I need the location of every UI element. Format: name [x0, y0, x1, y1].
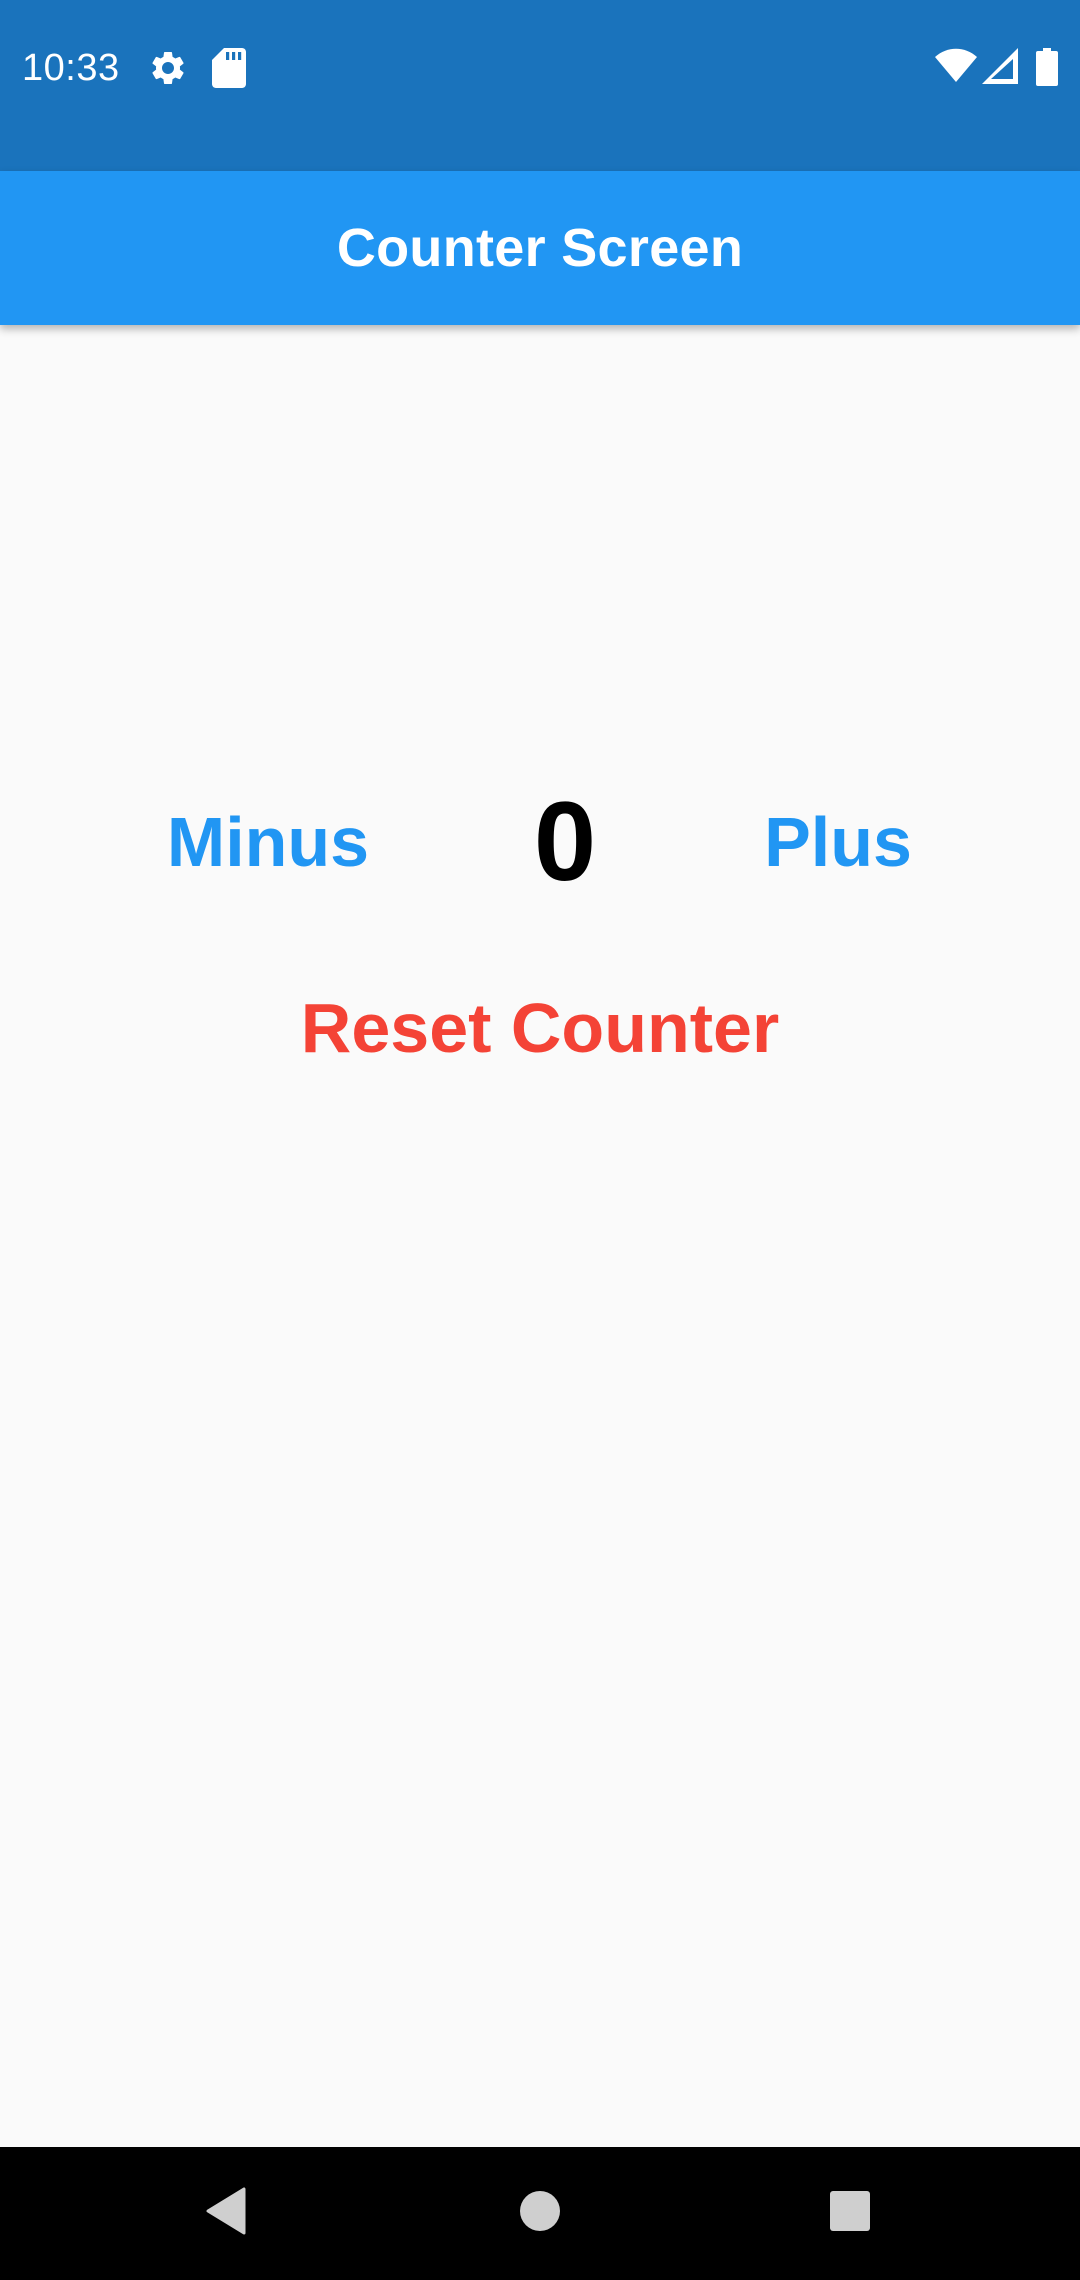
- wifi-icon: [934, 48, 978, 88]
- back-button[interactable]: [146, 2147, 306, 2280]
- page-title: Counter Screen: [336, 218, 744, 278]
- counter-value: 0: [533, 779, 597, 904]
- status-time: 10:33: [22, 47, 120, 89]
- counter-content: [0, 325, 1080, 2147]
- app-bar: Counter Screen: [0, 171, 1080, 325]
- recents-icon: [829, 2190, 871, 2237]
- home-button[interactable]: [460, 2147, 620, 2280]
- battery-icon: [1036, 48, 1058, 88]
- signal-icon: [982, 48, 1018, 88]
- recents-button[interactable]: [770, 2147, 930, 2280]
- gear-icon: [148, 48, 188, 88]
- home-icon: [518, 2189, 562, 2238]
- plus-button[interactable]: Plus: [740, 772, 936, 912]
- back-icon: [204, 2187, 248, 2240]
- reset-counter-button[interactable]: Reset Counter: [300, 958, 780, 1098]
- minus-button[interactable]: Minus: [140, 772, 396, 912]
- sd-card-icon: [212, 48, 246, 88]
- status-bar: 10:33: [0, 0, 1080, 171]
